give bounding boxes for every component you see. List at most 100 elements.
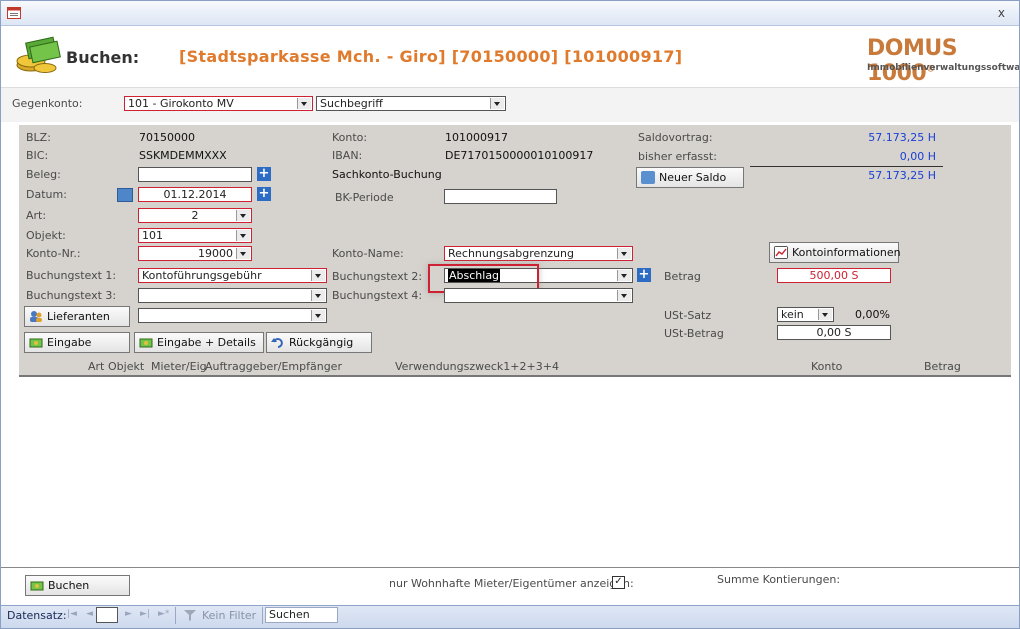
eingabe-details-label: Eingabe + Details bbox=[157, 336, 256, 349]
wohnhafte-label: nur Wohnhafte Mieter/Eigentümer anzeigen… bbox=[389, 577, 634, 590]
iban-value: DE7170150000010100917 bbox=[445, 149, 594, 162]
bk-periode-input[interactable] bbox=[444, 189, 557, 204]
neuer-saldo-button[interactable]: Neuer Saldo bbox=[636, 167, 744, 188]
chevron-down-icon[interactable] bbox=[236, 210, 250, 221]
bic-label: BIC: bbox=[26, 149, 49, 162]
column-header-auftraggeber[interactable]: Auftraggeber/Empfänger bbox=[205, 360, 342, 373]
chevron-down-icon[interactable] bbox=[311, 310, 325, 321]
chevron-down-icon[interactable] bbox=[311, 290, 325, 301]
calculator-icon bbox=[641, 171, 655, 184]
column-header-verwendung[interactable]: Verwendungszweck1+2+3+4 bbox=[395, 360, 559, 373]
konto-name-label: Konto-Name: bbox=[332, 247, 404, 260]
art-label: Art: bbox=[26, 209, 47, 222]
column-header-art[interactable]: Art bbox=[88, 360, 104, 373]
chevron-down-icon[interactable] bbox=[490, 98, 504, 109]
lieferanten-button[interactable]: Lieferanten bbox=[24, 306, 130, 327]
konto-value: 101000917 bbox=[445, 131, 508, 144]
objekt-select[interactable]: 101 bbox=[138, 228, 252, 243]
title-bar: x bbox=[1, 1, 1019, 26]
gegenkonto-label: Gegenkonto: bbox=[12, 97, 83, 110]
betrag-value: 500,00 S bbox=[809, 269, 859, 282]
buchen-label: Buchen bbox=[48, 579, 90, 592]
nav-next-button[interactable]: ► bbox=[125, 609, 132, 619]
buchungstext-add-icon[interactable]: + bbox=[637, 268, 651, 282]
beleg-add-icon[interactable]: + bbox=[257, 167, 271, 181]
ust-betrag-input[interactable]: 0,00 S bbox=[777, 325, 891, 340]
column-header-objekt[interactable]: Objekt bbox=[108, 360, 144, 373]
chevron-down-icon[interactable] bbox=[236, 230, 250, 241]
filter-button[interactable]: Kein Filter bbox=[175, 607, 263, 624]
search-input[interactable]: Suchen bbox=[265, 607, 338, 623]
bic-value: SSKMDEMMXXX bbox=[139, 149, 227, 162]
money-icon bbox=[29, 338, 43, 348]
buchungstext-1-value: Kontoführungsgebühr bbox=[142, 269, 262, 282]
lieferanten-select[interactable] bbox=[138, 308, 327, 323]
money-details-icon bbox=[139, 338, 153, 348]
nav-prev-button[interactable]: ◄ bbox=[86, 609, 93, 619]
form-window-icon bbox=[7, 7, 21, 19]
column-header-betrag[interactable]: Betrag bbox=[924, 360, 961, 373]
ust-satz-select[interactable]: kein bbox=[777, 307, 834, 322]
kontoinformationen-button[interactable]: Kontoinformationen bbox=[769, 242, 901, 263]
rueckgaengig-button[interactable]: Rückgängig bbox=[266, 332, 372, 353]
buchungstext-3-select[interactable] bbox=[138, 288, 327, 303]
blz-label: BLZ: bbox=[26, 131, 51, 144]
sachkonto-label: Sachkonto-Buchung bbox=[332, 168, 442, 181]
eingabe-details-button[interactable]: Eingabe + Details bbox=[134, 332, 264, 353]
gegenkonto-select[interactable]: 101 - Girokonto MV bbox=[124, 96, 313, 111]
kontoinformationen-label: Kontoinformationen bbox=[792, 246, 901, 259]
suchbegriff-select[interactable]: Suchbegriff bbox=[316, 96, 506, 111]
record-number-input[interactable] bbox=[96, 607, 118, 623]
column-header-mieter[interactable]: Mieter/Eig bbox=[151, 360, 207, 373]
ust-satz-label: USt-Satz bbox=[664, 309, 712, 322]
buchungstext-1-select[interactable]: Kontoführungsgebühr bbox=[138, 268, 327, 283]
chart-icon bbox=[774, 246, 788, 259]
calendar-icon[interactable] bbox=[117, 188, 133, 202]
close-button[interactable]: x bbox=[998, 6, 1005, 20]
chevron-down-icon[interactable] bbox=[311, 270, 325, 281]
buchen-button[interactable]: Buchen bbox=[25, 575, 130, 596]
ust-betrag-label: USt-Betrag bbox=[664, 327, 724, 340]
booking-window: x Buchen: [Stadtsparkasse Mch. - Giro] [… bbox=[0, 0, 1020, 629]
datum-label: Datum: bbox=[26, 188, 67, 201]
betrag-input[interactable]: 500,00 S bbox=[777, 268, 891, 283]
nav-new-button[interactable]: ►* bbox=[158, 609, 169, 619]
chevron-down-icon[interactable] bbox=[297, 98, 311, 109]
chevron-down-icon[interactable] bbox=[617, 270, 631, 281]
objekt-label: Objekt: bbox=[26, 229, 66, 242]
ust-percent: 0,00% bbox=[855, 308, 890, 321]
datum-add-icon[interactable]: + bbox=[257, 187, 271, 201]
chevron-down-icon[interactable] bbox=[617, 290, 631, 301]
nav-first-button[interactable]: |◄ bbox=[67, 609, 77, 619]
buchungstext-4-select[interactable] bbox=[444, 288, 633, 303]
buchungstext-1-label: Buchungstext 1: bbox=[26, 269, 117, 282]
konto-label: Konto: bbox=[332, 131, 368, 144]
konto-nr-select[interactable]: 19000 bbox=[138, 246, 252, 261]
chevron-down-icon[interactable] bbox=[818, 309, 832, 320]
bisher-erfasst-label: bisher erfasst: bbox=[638, 150, 717, 163]
column-header-konto[interactable]: Konto bbox=[811, 360, 842, 373]
ust-satz-value: kein bbox=[781, 308, 804, 321]
money-stack-icon bbox=[16, 36, 61, 73]
filter-icon bbox=[184, 610, 196, 621]
konto-nr-label: Konto-Nr.: bbox=[26, 247, 81, 260]
record-navigator bbox=[1, 605, 1019, 628]
logo-text: DOMUS 1000 bbox=[867, 36, 958, 86]
wohnhafte-checkbox[interactable]: ✓ bbox=[612, 576, 625, 589]
nav-last-button[interactable]: ►| bbox=[140, 609, 150, 619]
buchungstext-4-label: Buchungstext 4: bbox=[332, 289, 423, 302]
saldovortrag-value: 57.173,25 H bbox=[868, 131, 936, 144]
blz-value: 70150000 bbox=[139, 131, 195, 144]
chevron-down-icon[interactable] bbox=[617, 248, 631, 259]
suchbegriff-value: Suchbegriff bbox=[320, 97, 383, 110]
datum-input[interactable]: 01.12.2014 bbox=[138, 187, 252, 202]
eingabe-button[interactable]: Eingabe bbox=[24, 332, 130, 353]
buchungstext-3-label: Buchungstext 3: bbox=[26, 289, 117, 302]
beleg-input[interactable] bbox=[138, 167, 252, 182]
buchungstext-2-label: Buchungstext 2: bbox=[332, 270, 423, 283]
chevron-down-icon[interactable] bbox=[236, 248, 250, 259]
art-select[interactable]: 2 bbox=[138, 208, 252, 223]
booking-list[interactable] bbox=[1, 377, 1019, 567]
objekt-value: 101 bbox=[142, 229, 163, 242]
konto-name-select[interactable]: Rechnungsabgrenzung bbox=[444, 246, 633, 261]
